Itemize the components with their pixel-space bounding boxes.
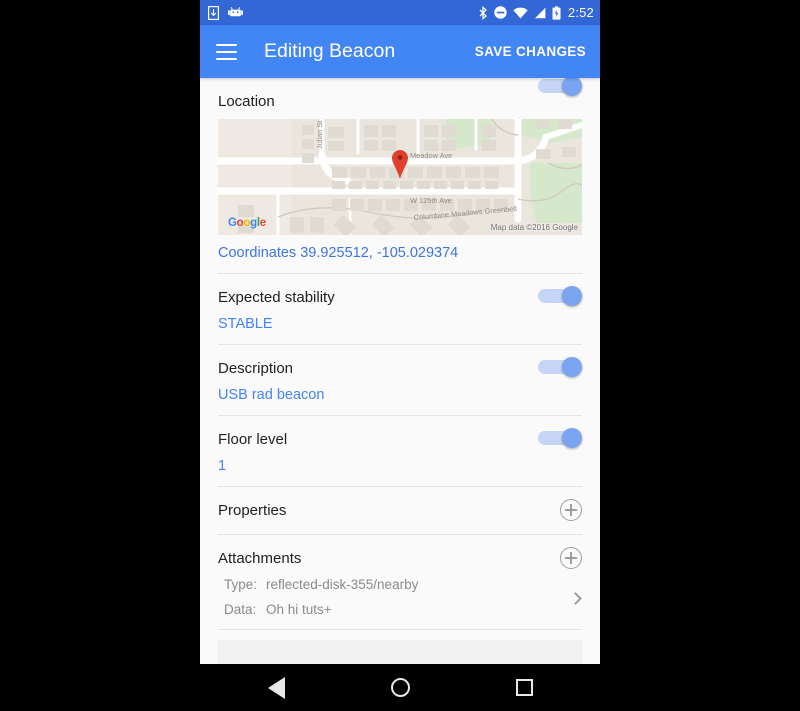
location-map[interactable]: Meadow Ave W 125th Ave Columbine Meadows… [218, 119, 582, 235]
app-bar: Editing Beacon SAVE CHANGES [200, 25, 600, 78]
row-description: Description USB rad beacon [218, 345, 582, 416]
row-location: Location Meadow Ave W 125th Ave Columbin… [218, 78, 582, 274]
map-label-julian-st: Julian St [315, 121, 324, 149]
home-circle-icon[interactable] [390, 678, 410, 697]
status-bar-clock: 2:52 [567, 5, 594, 20]
row-attachments: Attachments Type: reflected-disk-355/nea… [218, 535, 582, 630]
properties-label: Properties [218, 502, 287, 519]
add-attachment-button[interactable] [560, 547, 582, 569]
expected-stability-label: Expected stability [218, 289, 335, 306]
coordinates-link[interactable]: Coordinates 39.925512, -105.029374 [218, 245, 582, 261]
do-not-disturb-icon [494, 6, 507, 19]
map-canvas: Meadow Ave W 125th Ave Columbine Meadows… [218, 119, 582, 235]
save-changes-button[interactable]: SAVE CHANGES [475, 44, 586, 59]
deactivate-section: DEACTIVATE BEACON [200, 630, 600, 664]
floor-level-toggle[interactable] [538, 428, 582, 448]
android-head-icon [228, 7, 243, 17]
row-floor-level: Floor level 1 [218, 416, 582, 487]
android-nav-bar [200, 664, 600, 711]
deactivate-beacon-button[interactable]: DEACTIVATE BEACON [218, 640, 582, 664]
map-attribution: Map data ©2016 Google [490, 223, 578, 232]
attachment-data-label: Data: [224, 602, 257, 617]
map-label-meadow-ave: Meadow Ave [410, 151, 452, 160]
toggle-thumb [562, 78, 582, 96]
cell-signal-icon [534, 7, 546, 18]
toggle-thumb [562, 286, 582, 306]
row-properties: Properties [218, 487, 582, 535]
bluetooth-icon [479, 5, 487, 20]
attachment-type-value: reflected-disk-355/nearby [266, 577, 419, 592]
attachment-type-label: Type: [224, 577, 258, 592]
location-toggle[interactable] [538, 78, 582, 96]
attachment-type-line: Type: reflected-disk-355/nearby [218, 577, 582, 592]
attachment-data-value: Oh hi tuts+ [266, 602, 332, 617]
row-expected-stability: Expected stability STABLE [218, 274, 582, 345]
description-value[interactable]: USB rad beacon [218, 387, 582, 403]
floor-level-value[interactable]: 1 [218, 458, 582, 474]
phone-screen: 2:52 Editing Beacon SAVE CHANGES Locatio… [200, 0, 600, 711]
location-label: Location [218, 93, 275, 110]
expected-stability-toggle[interactable] [538, 286, 582, 306]
description-label: Description [218, 360, 294, 377]
battery-charging-icon [552, 5, 561, 20]
google-logo: Google [228, 217, 266, 229]
download-box-icon [208, 5, 219, 20]
settings-list: Location Meadow Ave W 125th Ave Columbin… [200, 78, 600, 664]
expected-stability-value[interactable]: STABLE [218, 316, 582, 332]
status-bar-right-icons: 2:52 [478, 5, 594, 20]
toggle-thumb [562, 428, 582, 448]
recents-square-icon[interactable] [515, 679, 533, 696]
hamburger-menu-icon[interactable] [216, 43, 237, 60]
status-bar-left-icons [208, 5, 478, 20]
settings-section: Location Meadow Ave W 125th Ave Columbin… [200, 78, 600, 630]
page-title: Editing Beacon [264, 40, 396, 62]
description-toggle[interactable] [538, 357, 582, 377]
toggle-thumb [562, 357, 582, 377]
attachments-label: Attachments [218, 550, 302, 567]
floor-level-label: Floor level [218, 431, 288, 448]
map-label-125th-ave: W 125th Ave [410, 196, 452, 205]
add-property-button[interactable] [560, 499, 582, 521]
wifi-icon [513, 7, 528, 18]
back-triangle-icon[interactable] [267, 676, 285, 699]
attachment-data-line: Data: Oh hi tuts+ [218, 602, 582, 617]
status-bar: 2:52 [200, 0, 600, 25]
